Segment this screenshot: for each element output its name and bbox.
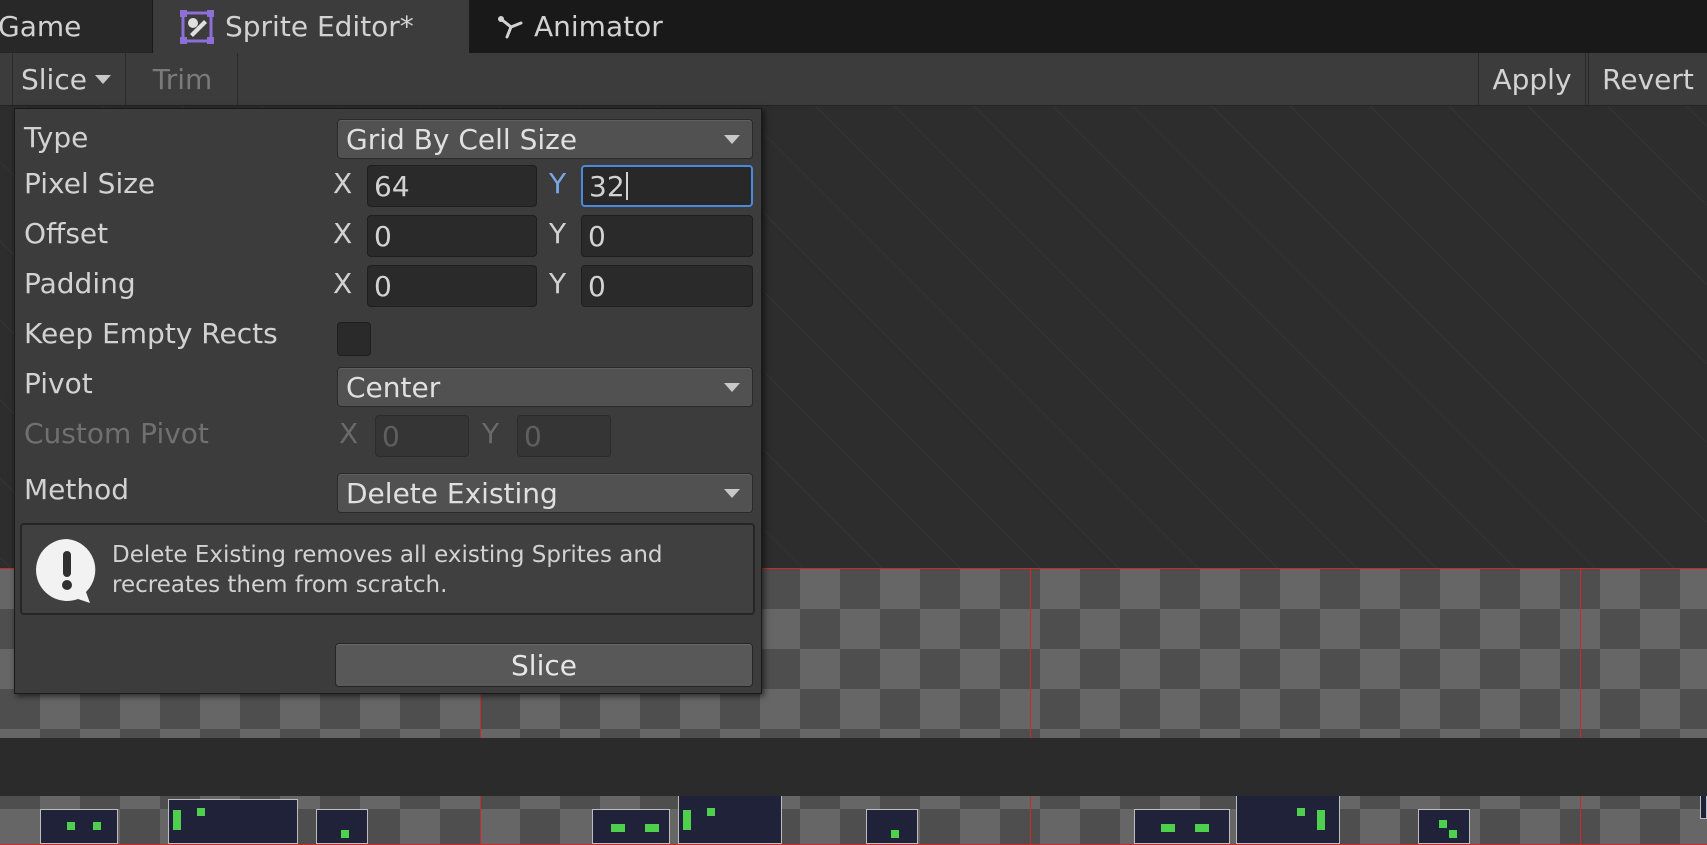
sprite-rect[interactable] xyxy=(866,809,918,844)
custom-pivot-y-label: Y xyxy=(482,417,500,450)
chevron-down-icon xyxy=(94,74,111,84)
pixel-size-label: Pixel Size xyxy=(24,167,156,200)
sprite-rect[interactable] xyxy=(1418,809,1470,844)
pixel-size-x-field[interactable]: 64 xyxy=(367,165,537,207)
padding-y-value: 0 xyxy=(588,269,606,303)
offset-x-value: 0 xyxy=(374,219,392,253)
keep-empty-rects-checkbox[interactable] xyxy=(337,322,371,356)
sprite-rect[interactable] xyxy=(678,791,782,844)
text-cursor xyxy=(625,172,628,200)
sprite-rect[interactable] xyxy=(1134,809,1230,844)
pivot-dropdown[interactable]: Center xyxy=(337,367,753,407)
slice-line xyxy=(1580,569,1581,844)
custom-pivot-x-value: 0 xyxy=(382,419,400,453)
pixel-size-x-label: X xyxy=(333,167,353,200)
custom-pivot-x-label: X xyxy=(339,417,359,450)
offset-y-label: Y xyxy=(549,217,567,250)
chevron-down-icon xyxy=(724,489,740,498)
padding-y-field[interactable]: 0 xyxy=(581,265,753,307)
custom-pivot-y-value: 0 xyxy=(524,419,542,453)
slice-dropdown-button[interactable]: Slice xyxy=(12,53,126,105)
padding-x-label: X xyxy=(333,267,353,300)
sprite-editor-icon xyxy=(177,7,217,47)
offset-y-field[interactable]: 0 xyxy=(581,215,753,257)
pixel-size-y-label: Y xyxy=(549,167,567,200)
type-label: Type xyxy=(24,121,89,154)
sprite-rect[interactable] xyxy=(316,809,368,844)
pivot-dropdown-value: Center xyxy=(346,370,441,404)
slice-popup-panel: Type Grid By Cell Size Pixel Size X 64 Y… xyxy=(14,108,762,694)
keep-empty-rects-label: Keep Empty Rects xyxy=(24,317,278,350)
offset-label: Offset xyxy=(24,217,109,250)
slice-button[interactable]: Slice xyxy=(335,643,753,687)
revert-button[interactable]: Revert xyxy=(1588,53,1707,105)
sprite-rect[interactable] xyxy=(40,809,118,844)
offset-y-value: 0 xyxy=(588,219,606,253)
pixel-size-y-field[interactable]: 32 xyxy=(581,165,753,207)
offset-x-label: X xyxy=(333,217,353,250)
tab-sprite-editor-label: Sprite Editor* xyxy=(225,10,414,43)
tab-animator[interactable]: Animator xyxy=(470,0,690,53)
info-bubble-icon xyxy=(34,537,100,607)
padding-x-field[interactable]: 0 xyxy=(367,265,537,307)
chevron-down-icon xyxy=(724,135,740,144)
type-dropdown[interactable]: Grid By Cell Size xyxy=(337,119,753,159)
sprite-rect[interactable] xyxy=(168,799,298,844)
sprite-rect[interactable] xyxy=(592,809,670,844)
method-dropdown-value: Delete Existing xyxy=(346,476,558,510)
tab-game[interactable]: Game xyxy=(0,0,152,53)
padding-label: Padding xyxy=(24,267,136,300)
chevron-down-icon xyxy=(724,383,740,392)
animator-icon xyxy=(496,7,526,47)
tab-sprite-editor[interactable]: Sprite Editor* xyxy=(153,0,469,53)
padding-y-label: Y xyxy=(549,267,567,300)
type-dropdown-value: Grid By Cell Size xyxy=(346,122,578,156)
sprite-rect[interactable] xyxy=(1236,791,1340,844)
custom-pivot-label: Custom Pivot xyxy=(24,417,209,450)
method-dropdown[interactable]: Delete Existing xyxy=(337,473,753,513)
pixel-size-y-value: 32 xyxy=(589,169,625,203)
pixel-size-x-value: 64 xyxy=(374,169,410,203)
tab-game-label: Game xyxy=(0,10,82,43)
method-label: Method xyxy=(24,473,130,506)
custom-pivot-y-field: 0 xyxy=(517,415,611,457)
pivot-label: Pivot xyxy=(24,367,93,400)
tab-animator-label: Animator xyxy=(534,10,663,43)
offset-x-field[interactable]: 0 xyxy=(367,215,537,257)
slice-dropdown-label: Slice xyxy=(21,62,87,96)
padding-x-value: 0 xyxy=(374,269,392,303)
editor-tab-bar: Game Sprite Editor* Animator xyxy=(0,0,1707,53)
custom-pivot-x-field: 0 xyxy=(375,415,469,457)
slice-line xyxy=(1030,569,1031,844)
canvas-background xyxy=(0,738,1707,796)
apply-button[interactable]: Apply xyxy=(1478,53,1586,105)
sprite-editor-toolbar: Slice Trim Apply Revert xyxy=(0,53,1707,106)
method-help-box: Delete Existing removes all existing Spr… xyxy=(20,523,755,615)
method-help-text: Delete Existing removes all existing Spr… xyxy=(112,542,663,598)
trim-button[interactable]: Trim xyxy=(128,53,238,105)
